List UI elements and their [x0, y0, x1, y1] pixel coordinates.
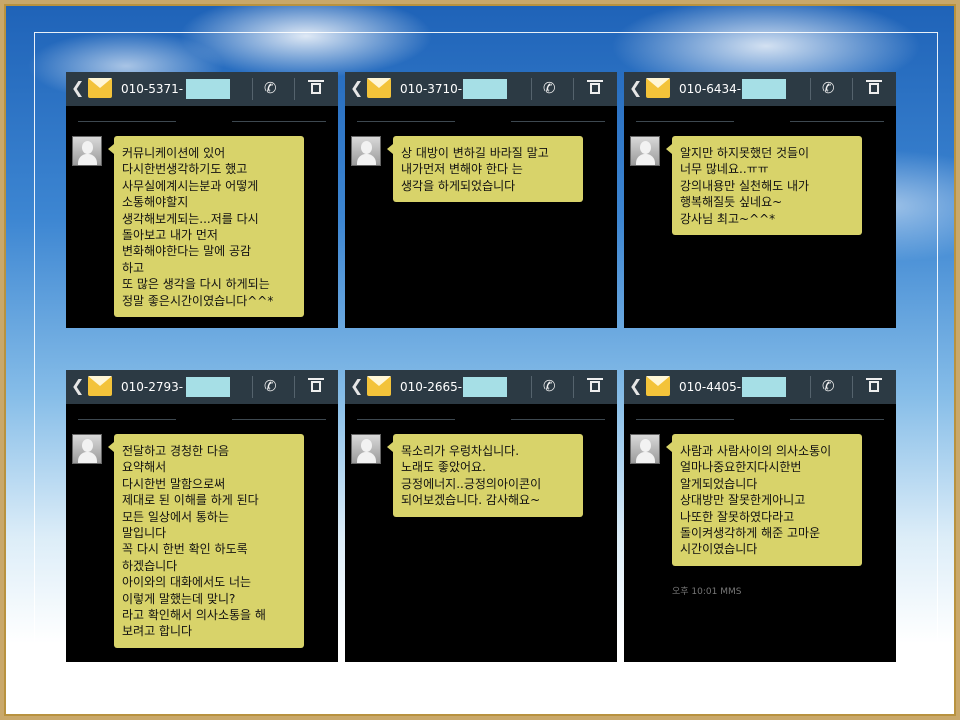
phone-icon[interactable]: ✆ [822, 79, 835, 97]
separator-rule [78, 419, 176, 420]
sender-number: 010-3710- [400, 82, 463, 96]
avatar [630, 136, 660, 166]
separator-rule [357, 419, 455, 420]
divider [294, 376, 295, 398]
redaction-mask [186, 377, 230, 397]
sender-number: 010-5371- [121, 82, 184, 96]
sms-card: ❮ 010-3710- ✆ 상 대방이 변하길 바라질 말고 내가먼저 변해야 … [345, 72, 617, 328]
trash-icon[interactable] [587, 378, 603, 392]
envelope-icon [646, 376, 670, 396]
screenshot-grid: ❮ 010-5371- ✆ 커뮤니케이션에 있어 다시한번생각하기도 했고 사무… [66, 72, 896, 662]
sms-header: ❮ 010-2665- ✆ [345, 370, 617, 404]
redaction-mask [186, 79, 230, 99]
sender-number: 010-4405- [679, 380, 742, 394]
divider [252, 376, 253, 398]
avatar [630, 434, 660, 464]
avatar [72, 136, 102, 166]
phone-icon[interactable]: ✆ [264, 377, 277, 395]
sender-number: 010-2665- [400, 380, 463, 394]
divider [852, 78, 853, 100]
message-bubble[interactable]: 상 대방이 변하길 바라질 말고 내가먼저 변해야 한다 는 생각을 하게되었습… [387, 136, 583, 203]
back-chevron-icon[interactable]: ❮ [350, 377, 363, 395]
phone-icon[interactable]: ✆ [543, 79, 556, 97]
sms-card: ❮ 010-2793- ✆ 전달하고 경청한 다음 요약해서 다시한번 말함으로… [66, 370, 338, 662]
separator-rule [790, 419, 884, 420]
message-bubble[interactable]: 커뮤니케이션에 있어 다시한번생각하기도 했고 사무실에계시는분과 어떻게 소통… [108, 136, 304, 318]
separator-rule [232, 121, 326, 122]
trash-icon[interactable] [866, 378, 882, 392]
avatar [351, 434, 381, 464]
trash-icon[interactable] [308, 80, 324, 94]
message-timestamp: 오후 10:01 MMS [672, 587, 742, 597]
back-chevron-icon[interactable]: ❮ [71, 377, 84, 395]
redaction-mask [742, 377, 786, 397]
divider [573, 78, 574, 100]
sms-header: ❮ 010-5371- ✆ [66, 72, 338, 106]
separator-rule [636, 419, 734, 420]
divider [573, 376, 574, 398]
sms-header: ❮ 010-6434- ✆ [624, 72, 896, 106]
divider [294, 78, 295, 100]
separator-rule [636, 121, 734, 122]
separator-rule [232, 419, 326, 420]
envelope-icon [88, 376, 112, 396]
separator-rule [357, 121, 455, 122]
message-bubble[interactable]: 알지만 하지못했던 것들이 너무 많네요..ㅠㅠ 강의내용만 실천해도 내가 행… [666, 136, 862, 236]
sms-header: ❮ 010-4405- ✆ [624, 370, 896, 404]
separator-rule [78, 121, 176, 122]
trash-icon[interactable] [587, 80, 603, 94]
trash-icon[interactable] [866, 80, 882, 94]
divider [810, 376, 811, 398]
redaction-mask [463, 79, 507, 99]
phone-icon[interactable]: ✆ [264, 79, 277, 97]
divider [810, 78, 811, 100]
sms-card: ❮ 010-2665- ✆ 목소리가 우렁차십니다. 노래도 좋았어요. 긍정에… [345, 370, 617, 662]
envelope-icon [367, 78, 391, 98]
trash-icon[interactable] [308, 378, 324, 392]
avatar [351, 136, 381, 166]
sms-card: ❮ 010-4405- ✆ 사람과 사람사이의 의사소통이 얼마나중요한지다시한… [624, 370, 896, 662]
envelope-icon [88, 78, 112, 98]
sms-card: ❮ 010-6434- ✆ 알지만 하지못했던 것들이 너무 많네요..ㅠㅠ 강… [624, 72, 896, 328]
separator-rule [511, 121, 605, 122]
back-chevron-icon[interactable]: ❮ [71, 79, 84, 97]
divider [852, 376, 853, 398]
divider [531, 78, 532, 100]
separator-rule [790, 121, 884, 122]
envelope-icon [367, 376, 391, 396]
sender-number: 010-6434- [679, 82, 742, 96]
phone-icon[interactable]: ✆ [822, 377, 835, 395]
message-bubble[interactable]: 사람과 사람사이의 의사소통이 얼마나중요한지다시한번 알게되었습니다 상대방만… [666, 434, 862, 566]
avatar [72, 434, 102, 464]
back-chevron-icon[interactable]: ❮ [629, 377, 642, 395]
sms-card: ❮ 010-5371- ✆ 커뮤니케이션에 있어 다시한번생각하기도 했고 사무… [66, 72, 338, 328]
divider [252, 78, 253, 100]
sms-header: ❮ 010-3710- ✆ [345, 72, 617, 106]
phone-icon[interactable]: ✆ [543, 377, 556, 395]
envelope-icon [646, 78, 670, 98]
redaction-mask [742, 79, 786, 99]
divider [531, 376, 532, 398]
separator-rule [511, 419, 605, 420]
back-chevron-icon[interactable]: ❮ [629, 79, 642, 97]
back-chevron-icon[interactable]: ❮ [350, 79, 363, 97]
sms-header: ❮ 010-2793- ✆ [66, 370, 338, 404]
redaction-mask [463, 377, 507, 397]
message-bubble[interactable]: 목소리가 우렁차십니다. 노래도 좋았어요. 긍정에너지..긍정의아이콘이 되어… [387, 434, 583, 517]
sender-number: 010-2793- [121, 380, 184, 394]
message-bubble[interactable]: 전달하고 경청한 다음 요약해서 다시한번 말함으로써 제대로 된 이해를 하게… [108, 434, 304, 648]
